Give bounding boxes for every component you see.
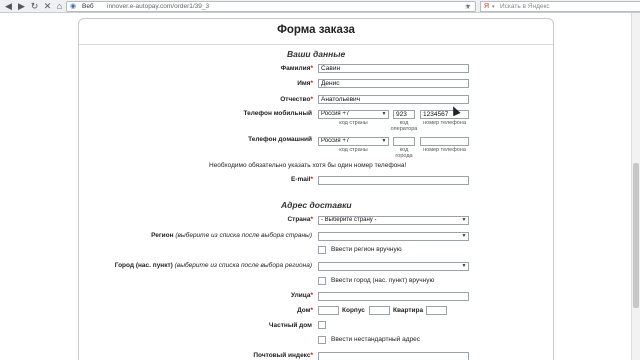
home-country-value: Россия +7 — [321, 138, 350, 144]
mobile-operator-code-field[interactable]: 923 — [393, 110, 415, 119]
required-mark: * — [310, 216, 313, 223]
mobile-number-field[interactable]: 1234567 — [420, 110, 469, 119]
site-identity[interactable]: Веб — [82, 3, 94, 11]
flat-label: Квартира — [393, 307, 424, 314]
search-engine-dropdown-icon[interactable]: ▾ — [492, 3, 495, 11]
street-label-text: Улица — [291, 292, 311, 299]
country-select-value: - Выберите страну - — [321, 217, 377, 223]
required-mark: * — [310, 96, 313, 103]
region-manual-checkbox[interactable] — [318, 246, 326, 254]
street-label: Улица* — [291, 292, 313, 299]
required-mark: * — [310, 176, 313, 183]
stop-icon[interactable]: ✕ — [42, 1, 53, 12]
email-field[interactable] — [318, 176, 469, 185]
delivery-section-heading: Адрес доставки — [281, 200, 352, 210]
phone-number-caption: номер телефона — [423, 147, 466, 153]
street-field[interactable] — [318, 292, 469, 301]
refresh-icon[interactable]: ↻ — [29, 1, 40, 12]
back-arrow-icon[interactable]: ◀ — [3, 1, 14, 12]
city-code-caption-2: города — [395, 153, 413, 159]
page-scrollbar[interactable] — [631, 13, 640, 360]
email-label: E-mail* — [291, 176, 313, 183]
region-label-text: Регион — [151, 232, 174, 239]
postcode-field[interactable] — [318, 352, 469, 360]
scrollbar-thumb[interactable] — [633, 163, 639, 308]
patronymic-label-text: Отчество — [280, 96, 311, 103]
globe-icon: ◉ — [70, 3, 77, 10]
country-code-caption: код страны — [339, 120, 368, 126]
chevron-down-icon: ▼ — [381, 138, 387, 144]
address-bar[interactable]: ◉ Веб innover.e-autopay.com/order1/39_3 … — [66, 1, 476, 12]
email-label-text: E-mail — [290, 176, 311, 183]
browser-toolbar: ◀ ▶ ↻ ✕ ⌂ ◉ Веб innover.e-autopay.com/or… — [0, 0, 640, 13]
phone-number-caption: номер телефона — [423, 120, 466, 126]
chevron-down-icon: ▼ — [461, 217, 467, 223]
chevron-down-icon: ▼ — [381, 111, 387, 117]
city-label-text: Город (нас. пункт) — [114, 262, 173, 269]
house-label-text: Дом — [297, 307, 311, 314]
forward-arrow-icon[interactable]: ▶ — [16, 1, 27, 12]
house-field[interactable] — [318, 306, 339, 315]
personal-section-heading: Ваши данные — [287, 49, 346, 59]
home-country-select[interactable]: Россия +7 ▼ — [318, 137, 389, 146]
name-field[interactable]: Денис — [318, 79, 469, 88]
country-label-text: Страна — [287, 216, 311, 223]
name-label-text: Имя — [297, 80, 311, 87]
chevron-down-icon: ▼ — [461, 263, 467, 269]
yandex-icon: Я — [484, 3, 490, 10]
flat-field[interactable] — [426, 306, 447, 315]
mobile-phone-label: Телефон мобильный — [243, 110, 312, 117]
surname-label: Фамилия* — [281, 65, 313, 72]
required-mark: * — [310, 352, 313, 359]
mobile-country-value: Россия +7 — [321, 111, 350, 117]
order-form-panel: Форма заказа Ваши данные Фамилия* Савин … — [78, 18, 554, 360]
block-field[interactable] — [369, 306, 390, 315]
home-number-field[interactable] — [420, 137, 469, 146]
region-select[interactable]: ▼ — [318, 232, 469, 241]
nonstandard-address-checkbox[interactable] — [318, 336, 326, 344]
surname-label-text: Фамилия — [280, 65, 311, 72]
region-label: Регион (выберите из списка после выбора … — [151, 232, 312, 239]
url-text[interactable]: innover.e-autopay.com/order1/39_3 — [107, 3, 209, 11]
required-mark: * — [310, 80, 313, 87]
house-label: Дом* — [297, 307, 313, 314]
postcode-label-text: Почтовый индекс — [253, 352, 311, 359]
patronymic-label: Отчество* — [280, 96, 313, 103]
dropdown-arrow-icon[interactable]: ▾ — [466, 1, 470, 12]
form-title: Форма заказа — [277, 24, 355, 36]
surname-field[interactable]: Савин — [318, 64, 469, 73]
country-label: Страна* — [287, 216, 313, 223]
patronymic-field[interactable]: Анатольевич — [318, 95, 469, 104]
required-mark: * — [310, 307, 313, 314]
search-placeholder[interactable]: Искать в Яндекс — [500, 3, 550, 11]
country-select[interactable]: - Выберите страну - ▼ — [318, 216, 469, 225]
block-label: Корпус — [342, 307, 365, 314]
home-icon[interactable]: ⌂ — [54, 1, 65, 12]
city-manual-label: Ввести город (нас. пункт) вручную — [331, 277, 435, 284]
city-label: Город (нас. пункт) (выберите из списка п… — [115, 262, 312, 269]
operator-code-caption-2: оператора — [390, 126, 418, 132]
title-divider — [79, 44, 553, 45]
home-phone-label: Телефон домашний — [248, 136, 312, 143]
search-box[interactable]: Я ▾ Искать в Яндекс — [480, 1, 640, 12]
nonstandard-address-label: Ввести нестандартный адрес — [331, 336, 421, 343]
region-manual-label: Ввести регион вручную — [331, 246, 402, 253]
required-mark: * — [310, 65, 313, 72]
city-manual-checkbox[interactable] — [318, 277, 326, 285]
phone-required-note: Необходимо обязательно указать хотя бы о… — [209, 162, 407, 169]
region-hint: (выберите из списка после выбора страны) — [175, 232, 312, 239]
required-mark: * — [310, 292, 313, 299]
private-house-checkbox[interactable] — [318, 321, 326, 329]
home-city-code-field[interactable] — [393, 137, 415, 146]
chevron-down-icon: ▼ — [461, 233, 467, 239]
city-select[interactable]: ▼ — [318, 262, 469, 271]
city-hint: (выберите из списка после выбора региона… — [174, 262, 312, 269]
name-label: Имя* — [297, 80, 313, 87]
country-code-caption: код страны — [339, 147, 368, 153]
mobile-country-select[interactable]: Россия +7 ▼ — [318, 110, 389, 119]
postcode-label: Почтовый индекс* — [253, 352, 313, 359]
private-house-label: Частный дом — [268, 322, 312, 329]
page-content: Форма заказа Ваши данные Фамилия* Савин … — [0, 14, 631, 360]
